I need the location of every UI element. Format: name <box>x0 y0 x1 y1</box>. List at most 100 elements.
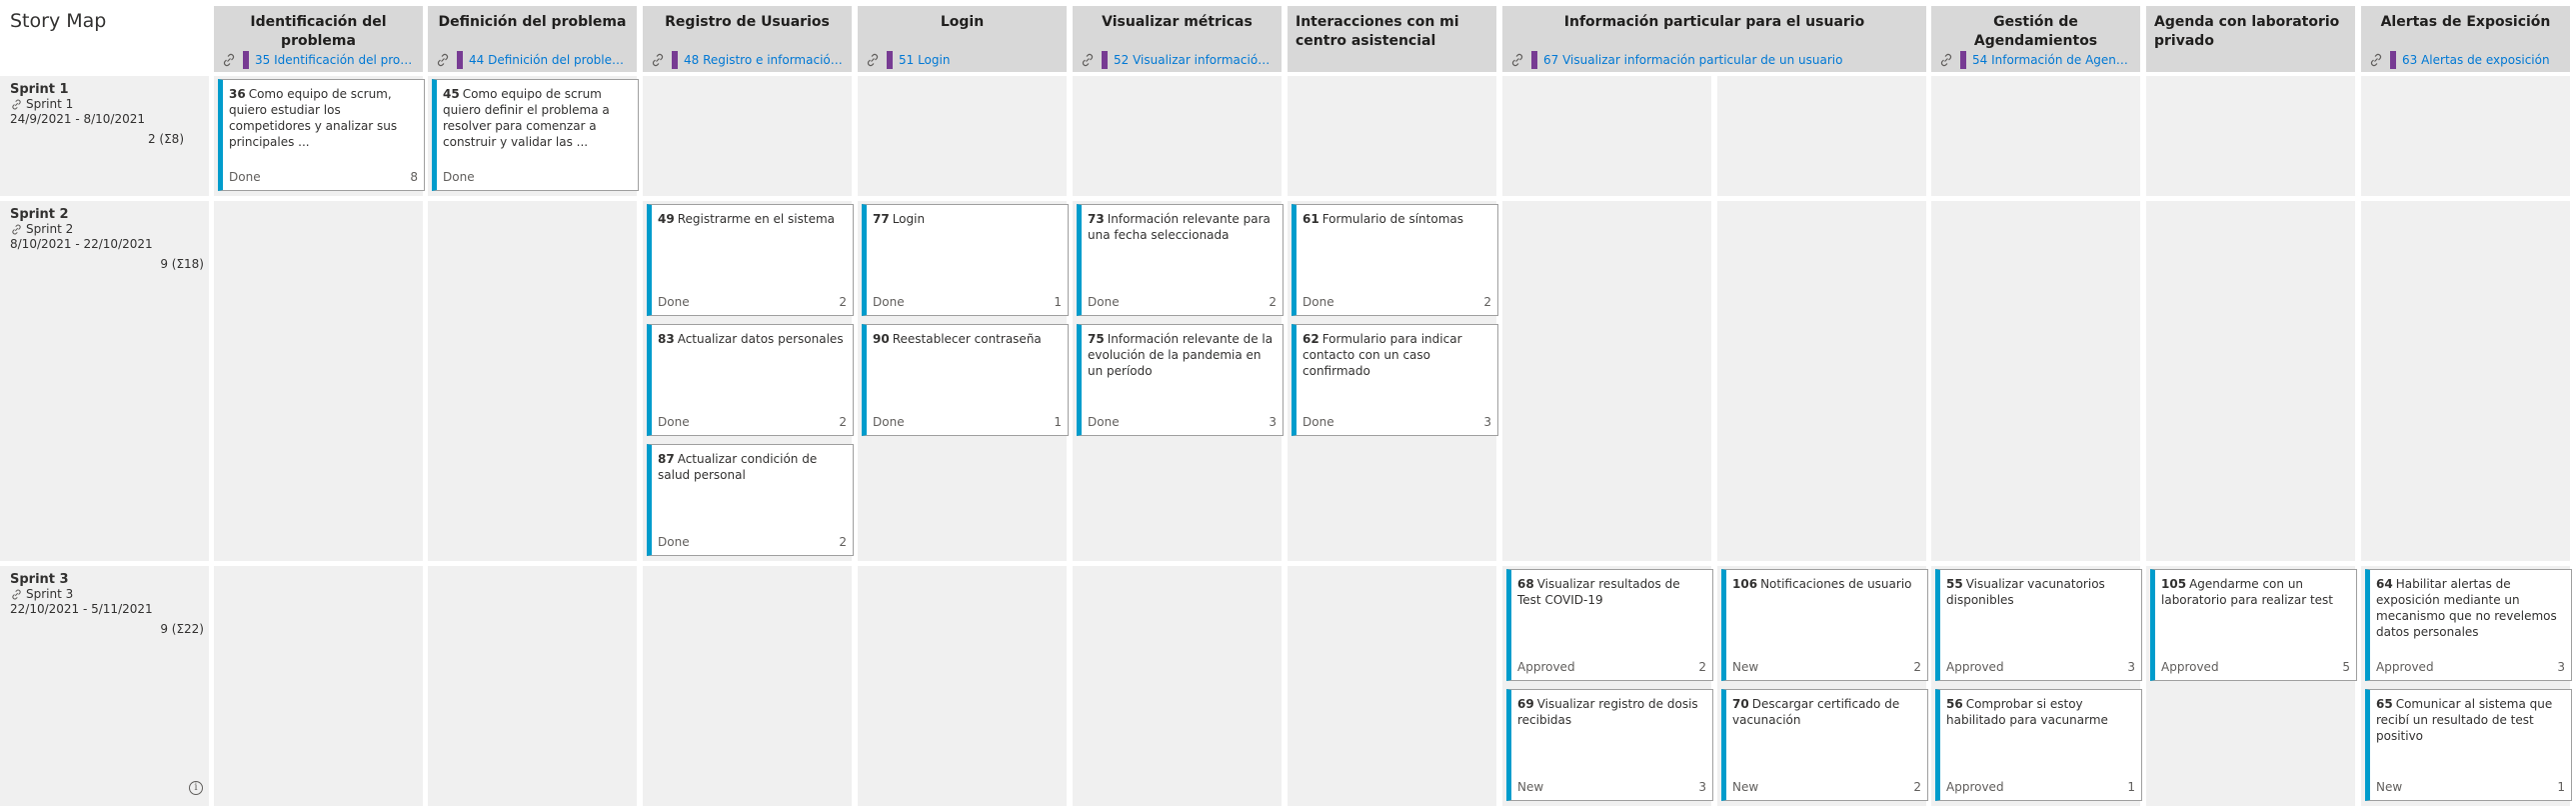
card-title[interactable]: 87 Actualizar condición de salud personal <box>658 451 845 483</box>
story-map-cell[interactable] <box>643 566 852 806</box>
story-map-cell[interactable] <box>2361 76 2570 196</box>
work-item-card[interactable]: 62 Formulario para indicar contacto con u… <box>1291 324 1498 436</box>
story-map-cell[interactable] <box>858 566 1067 806</box>
work-item-card[interactable]: 105 Agendarme con un laboratorio para rea… <box>2150 569 2357 681</box>
card-title-text[interactable]: Login <box>893 212 925 226</box>
column-header-interacciones[interactable]: Interacciones con mi centro asistencial <box>1288 6 1496 72</box>
card-title-text[interactable]: Registrarme en el sistema <box>678 212 835 226</box>
sprint-iteration[interactable]: Sprint 2 <box>10 222 153 237</box>
column-header-agendamientos[interactable]: Gestión de Agendamientos 54 Información … <box>1931 6 2140 72</box>
column-header-registro[interactable]: Registro de Usuarios 48 Registro e infor… <box>643 6 852 72</box>
story-map-cell[interactable] <box>2361 201 2570 561</box>
column-header-alertas[interactable]: Alertas de Exposición 63 Alertas de expo… <box>2361 6 2570 72</box>
feature-link-text[interactable]: 52 Visualizar información ... <box>1114 53 1276 67</box>
card-title-text[interactable]: Visualizar resultados de Test COVID-19 <box>1517 577 1680 607</box>
card-title[interactable]: 45 Como equipo de scrum quiero definir el… <box>443 86 630 150</box>
card-title-text[interactable]: Agendarme con un laboratorio para realiz… <box>2161 577 2333 607</box>
card-title[interactable]: 69 Visualizar registro de dosis recibidas <box>1517 696 1704 728</box>
card-title-text[interactable]: Reestablecer contraseña <box>893 332 1042 346</box>
card-title-text[interactable]: Como equipo de scrum quiero definir el p… <box>443 87 610 149</box>
work-item-card[interactable]: 68 Visualizar resultados de Test COVID-19… <box>1506 569 1713 681</box>
card-title-text[interactable]: Información relevante de la evolución de… <box>1088 332 1273 378</box>
feature-link[interactable]: 54 Información de Agenda ... <box>1938 51 2134 69</box>
story-map-cell[interactable] <box>2146 201 2355 561</box>
card-title-text[interactable]: Información relevante para una fecha sel… <box>1088 212 1271 242</box>
card-title-text[interactable]: Visualizar vacunatorios disponibles <box>1946 577 2105 607</box>
story-map-cell[interactable] <box>1502 201 1711 561</box>
card-title[interactable]: 56 Comprobar si estoy habilitado para vac… <box>1946 696 2133 728</box>
story-map-cell[interactable] <box>1288 566 1496 806</box>
column-header-laboratorio[interactable]: Agenda con laboratorio privado <box>2146 6 2355 72</box>
feature-link-text[interactable]: 54 Información de Agenda ... <box>1972 53 2134 67</box>
card-title[interactable]: 36 Como equipo de scrum, quiero estudiar … <box>229 86 416 150</box>
work-item-card[interactable]: 55 Visualizar vacunatorios disponibles App… <box>1935 569 2142 681</box>
card-title[interactable]: 62 Formulario para indicar contacto con u… <box>1302 331 1489 379</box>
work-item-card[interactable]: 69 Visualizar registro de dosis recibidas… <box>1506 689 1713 801</box>
card-title[interactable]: 90 Reestablecer contraseña <box>873 331 1060 347</box>
card-title[interactable]: 75 Información relevante de la evolución … <box>1088 331 1275 379</box>
work-item-card[interactable]: 70 Descargar certificado de vacunación New… <box>1721 689 1928 801</box>
card-title-text[interactable]: Visualizar registro de dosis recibidas <box>1517 697 1698 727</box>
feature-link-text[interactable]: 51 Login <box>899 53 950 67</box>
sprint-iteration-name[interactable]: Sprint 3 <box>26 587 73 602</box>
work-item-card[interactable]: 83 Actualizar datos personales Done 2 <box>647 324 854 436</box>
card-title[interactable]: 105 Agendarme con un laboratorio para rea… <box>2161 576 2348 608</box>
feature-link[interactable]: 44 Definición del problema <box>435 51 631 69</box>
work-item-card[interactable]: 75 Información relevante de la evolución … <box>1077 324 1284 436</box>
card-title[interactable]: 61 Formulario de síntomas <box>1302 211 1489 227</box>
feature-link-text[interactable]: 63 Alertas de exposición <box>2402 53 2550 67</box>
card-title-text[interactable]: Notificaciones de usuario <box>1760 577 1911 591</box>
card-title[interactable]: 106 Notificaciones de usuario <box>1732 576 1919 592</box>
work-item-card[interactable]: 36 Como equipo de scrum, quiero estudiar … <box>218 79 425 191</box>
column-header-informacion-particular[interactable]: Información particular para el usuario 6… <box>1502 6 1926 72</box>
feature-link[interactable]: 35 Identificación del problema <box>221 51 417 69</box>
column-header-definicion[interactable]: Definición del problema 44 Definición de… <box>428 6 637 72</box>
story-map-cell[interactable] <box>428 201 637 561</box>
info-icon[interactable]: i <box>189 781 203 795</box>
sprint-iteration[interactable]: Sprint 1 <box>10 97 145 112</box>
work-item-card[interactable]: 61 Formulario de síntomas Done 2 <box>1291 204 1498 316</box>
story-map-cell[interactable] <box>214 201 423 561</box>
sprint-iteration[interactable]: Sprint 3 <box>10 587 153 602</box>
work-item-card[interactable]: 77 Login Done 1 <box>862 204 1069 316</box>
work-item-card[interactable]: 45 Como equipo de scrum quiero definir el… <box>432 79 639 191</box>
feature-link-text[interactable]: 48 Registro e información de ... <box>684 53 846 67</box>
feature-link-text[interactable]: 67 Visualizar información particular de … <box>1543 53 1842 67</box>
story-map-cell[interactable] <box>858 76 1067 196</box>
card-title-text[interactable]: Descargar certificado de vacunación <box>1732 697 1899 727</box>
card-title[interactable]: 65 Comunicar al sistema que recibí un res… <box>2376 696 2563 744</box>
card-title[interactable]: 83 Actualizar datos personales <box>658 331 845 347</box>
work-item-card[interactable]: 49 Registrarme en el sistema Done 2 <box>647 204 854 316</box>
feature-link-text[interactable]: 35 Identificación del problema <box>255 53 417 67</box>
story-map-cell[interactable] <box>1931 201 2140 561</box>
story-map-cell[interactable] <box>1502 76 1711 196</box>
work-item-card[interactable]: 56 Comprobar si estoy habilitado para vac… <box>1935 689 2142 801</box>
card-title[interactable]: 77 Login <box>873 211 1060 227</box>
work-item-card[interactable]: 64 Habilitar alertas de exposición median… <box>2365 569 2572 681</box>
story-map-cell[interactable] <box>214 566 423 806</box>
story-map-cell[interactable] <box>428 566 637 806</box>
story-map-cell[interactable] <box>643 76 852 196</box>
column-header-identificacion[interactable]: Identificación del problema 35 Identific… <box>214 6 423 72</box>
story-map-cell[interactable] <box>2146 76 2355 196</box>
work-item-card[interactable]: 90 Reestablecer contraseña Done 1 <box>862 324 1069 436</box>
card-title-text[interactable]: Como equipo de scrum, quiero estudiar lo… <box>229 87 397 149</box>
feature-link[interactable]: 67 Visualizar información particular de … <box>1509 51 1920 69</box>
card-title[interactable]: 73 Información relevante para una fecha s… <box>1088 211 1275 243</box>
card-title[interactable]: 64 Habilitar alertas de exposición median… <box>2376 576 2563 640</box>
card-title-text[interactable]: Formulario de síntomas <box>1322 212 1463 226</box>
card-title[interactable]: 49 Registrarme en el sistema <box>658 211 845 227</box>
work-item-card[interactable]: 65 Comunicar al sistema que recibí un res… <box>2365 689 2572 801</box>
card-title-text[interactable]: Comunicar al sistema que recibí un resul… <box>2376 697 2552 743</box>
feature-link[interactable]: 63 Alertas de exposición <box>2368 51 2564 69</box>
work-item-card[interactable]: 73 Información relevante para una fecha s… <box>1077 204 1284 316</box>
feature-link[interactable]: 52 Visualizar información ... <box>1080 51 1276 69</box>
column-header-login[interactable]: Login 51 Login <box>858 6 1067 72</box>
card-title-text[interactable]: Comprobar si estoy habilitado para vacun… <box>1946 697 2108 727</box>
card-title-text[interactable]: Actualizar datos personales <box>678 332 844 346</box>
card-title[interactable]: 68 Visualizar resultados de Test COVID-19 <box>1517 576 1704 608</box>
card-title[interactable]: 55 Visualizar vacunatorios disponibles <box>1946 576 2133 608</box>
sprint-iteration-name[interactable]: Sprint 2 <box>26 222 73 237</box>
story-map-cell[interactable] <box>1073 76 1282 196</box>
feature-link[interactable]: 51 Login <box>865 51 1061 69</box>
